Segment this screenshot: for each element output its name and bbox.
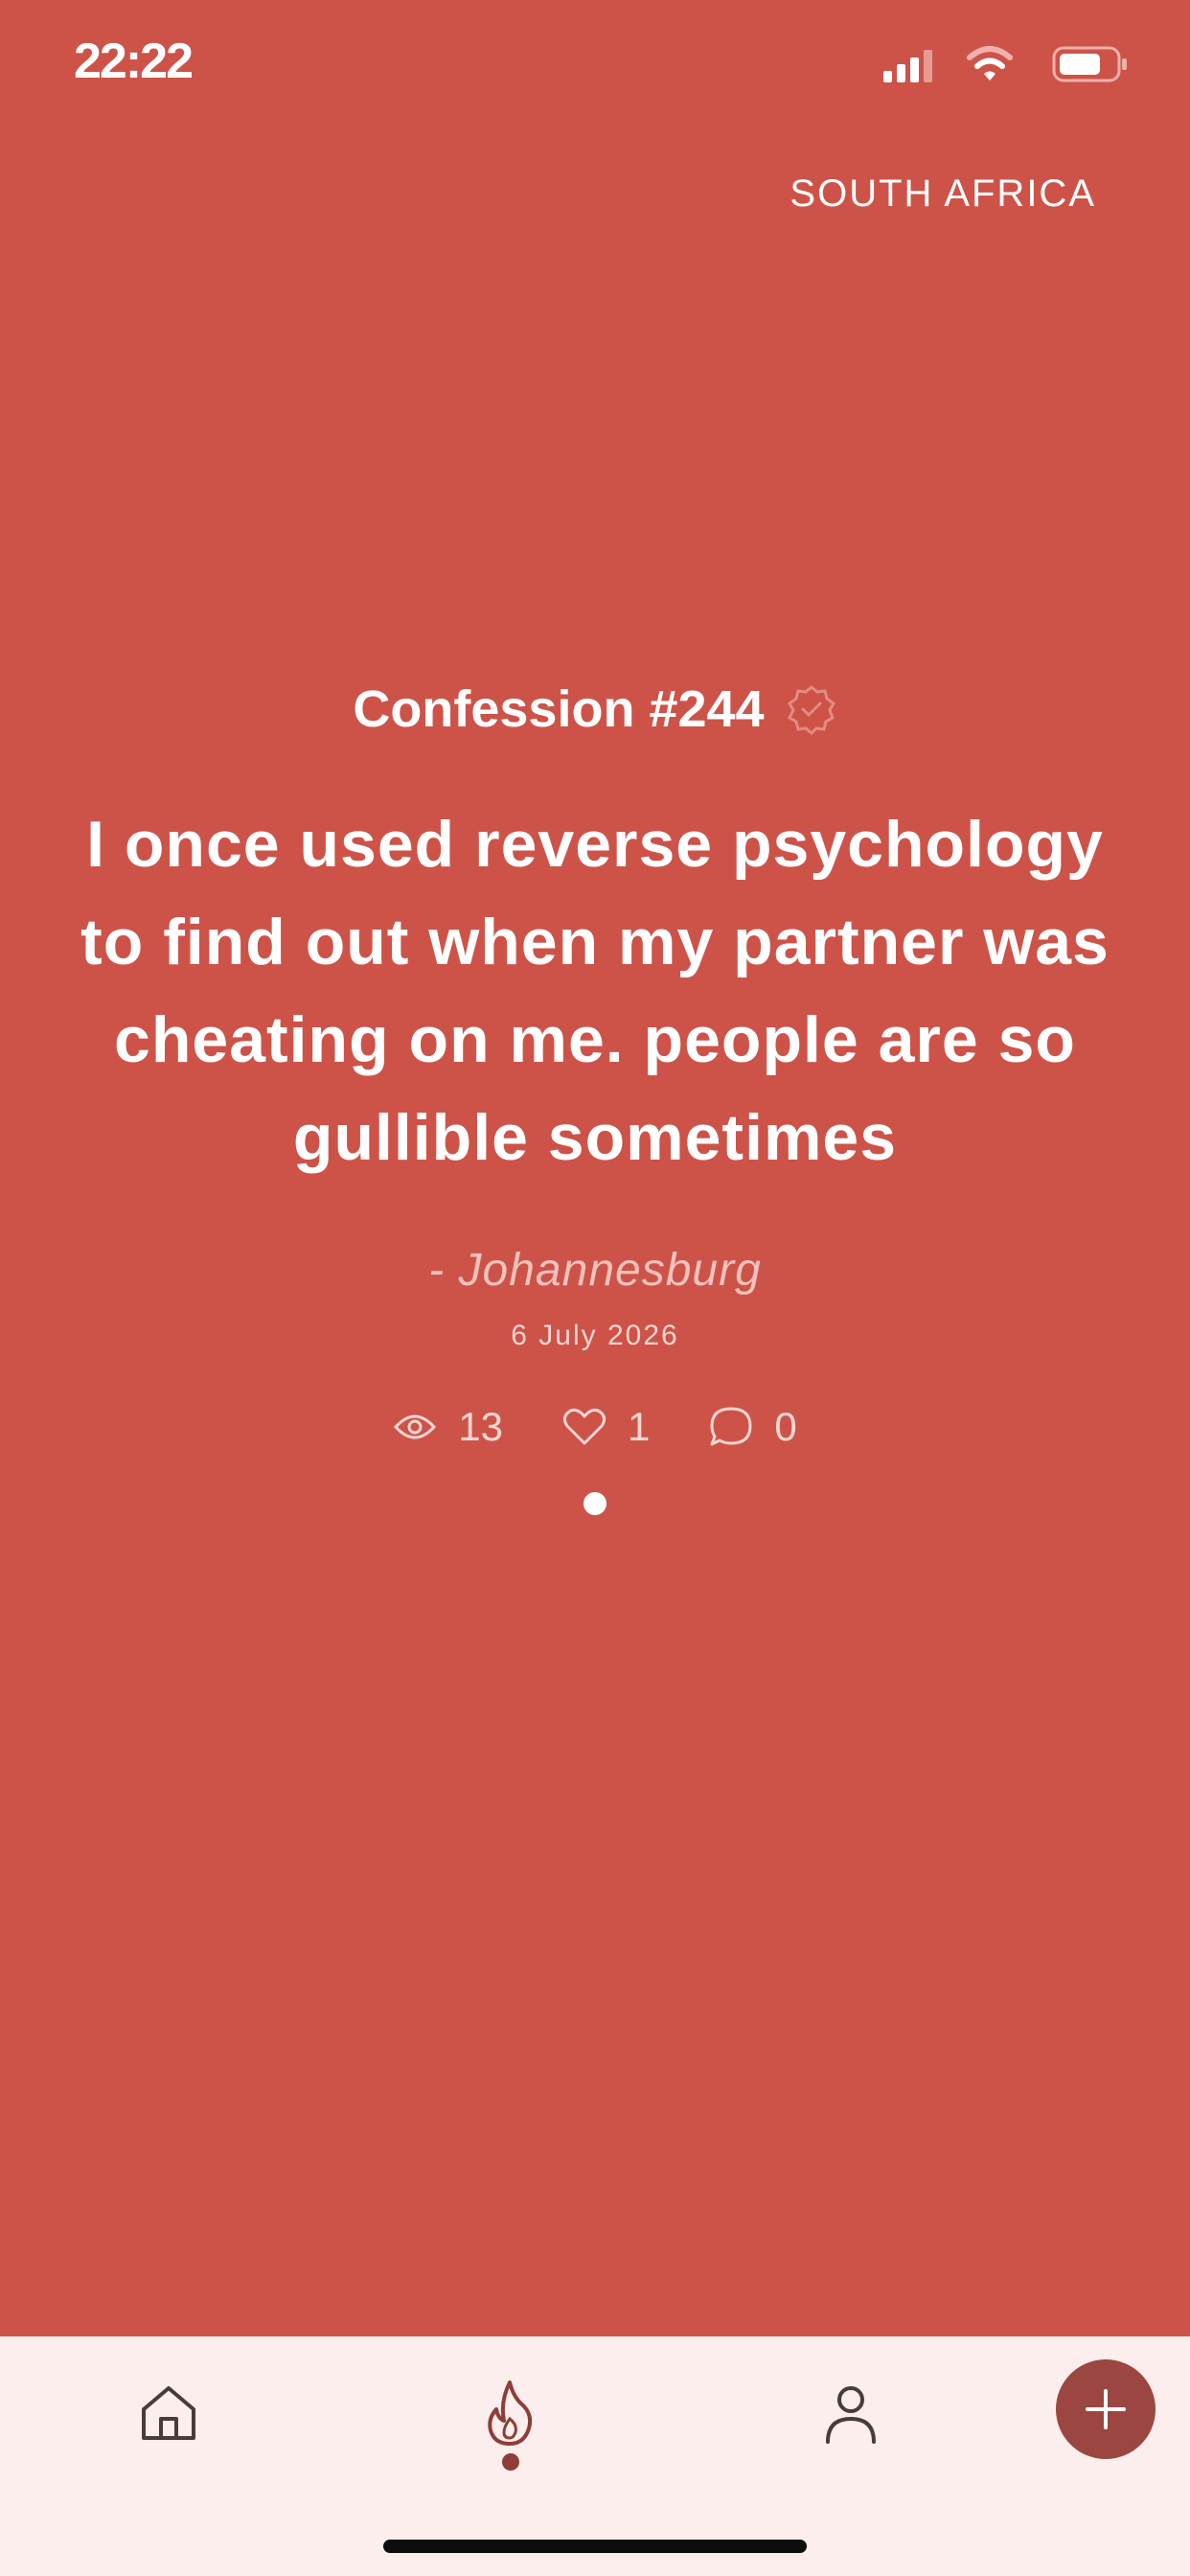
home-indicator [383, 2540, 807, 2553]
person-icon[interactable] [812, 2375, 889, 2451]
status-time: 22:22 [74, 34, 194, 89]
region-label[interactable]: SOUTH AFRICA [790, 172, 1096, 216]
heart-icon[interactable] [562, 1408, 606, 1446]
verified-badge-icon [787, 685, 835, 735]
battery-icon [1052, 46, 1127, 82]
active-tab-indicator [502, 2453, 519, 2471]
flame-icon[interactable] [471, 2375, 548, 2451]
confession-author: - Johannesburg [428, 1245, 762, 1296]
home-icon[interactable] [130, 2375, 207, 2451]
eye-icon [394, 1414, 437, 1439]
comments-count: 0 [774, 1404, 797, 1449]
confession-stats: 13 1 0 [0, 1404, 1190, 1450]
status-icons [880, 46, 1129, 84]
confession-title: Confession #244 [353, 680, 765, 738]
confession-card[interactable]: Confession #244 I once used reverse psyc… [0, 671, 1190, 1515]
add-confession-button[interactable] [1056, 2359, 1156, 2459]
confession-title-row: Confession #244 [0, 671, 1190, 748]
comments-stat[interactable]: 0 [709, 1404, 797, 1450]
views-stat: 13 [393, 1404, 503, 1450]
comment-icon[interactable] [709, 1406, 753, 1448]
likes-count: 1 [628, 1404, 651, 1449]
plus-icon [1086, 2389, 1126, 2429]
status-bar: 22:22 [0, 0, 1190, 125]
likes-stat[interactable]: 1 [562, 1404, 650, 1450]
page-indicator-dot [584, 1492, 606, 1515]
wifi-icon [967, 46, 1013, 80]
signal-icon [883, 50, 932, 82]
confession-date: 6 July 2026 [511, 1320, 679, 1351]
views-count: 13 [458, 1404, 503, 1449]
confession-text: I once used reverse psychology to find o… [80, 808, 1110, 1174]
